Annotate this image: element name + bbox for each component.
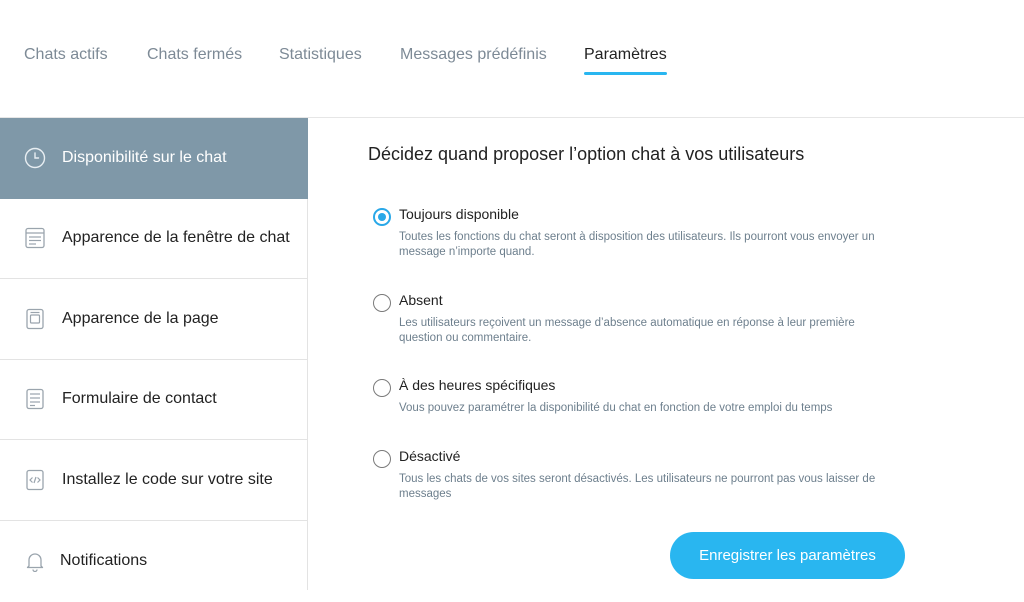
tab-label: Paramètres <box>584 46 667 63</box>
tab-statistiques[interactable]: Statistiques <box>279 46 362 64</box>
tab-chats-fermes[interactable]: Chats fermés <box>147 46 242 64</box>
settings-sidebar: Disponibilité sur le chat Apparence de l… <box>0 118 308 590</box>
window-layout-icon <box>25 227 45 249</box>
tab-label: Statistiques <box>279 46 362 63</box>
active-tab-indicator <box>584 72 667 75</box>
form-icon <box>26 388 44 410</box>
sidebar-item-label: Formulaire de contact <box>62 390 217 407</box>
radio-absent[interactable] <box>373 294 391 312</box>
sidebar-item-label: Apparence de la page <box>62 310 219 327</box>
option-title: À des heures spécifiques <box>399 377 556 393</box>
option-description: Les utilisateurs reçoivent un message d’… <box>399 317 855 344</box>
sidebar-item-apparence-page[interactable]: Apparence de la page <box>0 279 308 360</box>
option-title: Absent <box>399 292 443 308</box>
code-icon <box>26 469 44 491</box>
page-icon <box>26 308 44 330</box>
option-description: Toutes les fonctions du chat seront à di… <box>399 231 875 258</box>
radio-toujours-disponible[interactable] <box>373 208 391 226</box>
clock-icon <box>24 147 46 169</box>
save-settings-button[interactable]: Enregistrer les paramètres <box>670 532 905 579</box>
tab-label: Messages prédéfinis <box>400 46 547 63</box>
option-title: Désactivé <box>399 448 461 464</box>
sidebar-item-disponibilite[interactable]: Disponibilité sur le chat <box>0 118 308 199</box>
sidebar-item-apparence-fenetre[interactable]: Apparence de la fenêtre de chat <box>0 198 308 279</box>
radio-desactive[interactable] <box>373 450 391 468</box>
bell-icon <box>26 553 44 572</box>
radio-heures-specifiques[interactable] <box>373 379 391 397</box>
tab-chats-actifs[interactable]: Chats actifs <box>24 46 108 64</box>
tab-parametres[interactable]: Paramètres <box>584 46 667 75</box>
sidebar-item-label: Notifications <box>60 552 148 569</box>
sidebar-item-formulaire-contact[interactable]: Formulaire de contact <box>0 359 308 440</box>
availability-settings-panel: Décidez quand proposer l’option chat à v… <box>309 118 1024 590</box>
sidebar-item-installez-code[interactable]: Installez le code sur votre site <box>0 440 308 521</box>
option-description: Tous les chats de vos sites seront désac… <box>399 473 876 500</box>
page-title: Décidez quand proposer l’option chat à v… <box>368 144 805 164</box>
sidebar-item-label: Installez le code sur votre site <box>62 471 273 488</box>
sidebar-item-label: Apparence de la fenêtre de chat <box>62 229 290 246</box>
top-nav: Chats actifs Chats fermés Statistiques M… <box>0 0 1024 118</box>
tab-messages-predefinis[interactable]: Messages prédéfinis <box>400 46 547 64</box>
option-title: Toujours disponible <box>399 206 519 222</box>
option-description: Vous pouvez paramétrer la disponibilité … <box>399 402 833 414</box>
sidebar-item-label: Disponibilité sur le chat <box>62 149 227 166</box>
tab-label: Chats fermés <box>147 46 243 63</box>
tab-label: Chats actifs <box>24 46 108 63</box>
